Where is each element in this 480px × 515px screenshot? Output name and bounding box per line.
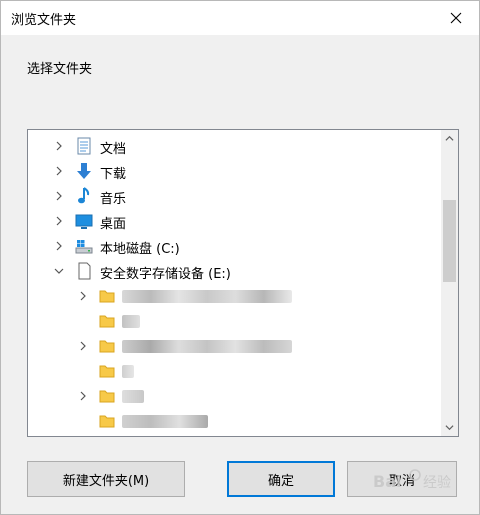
chevron-down-icon [445, 425, 454, 431]
folder-icon [98, 337, 116, 355]
tree-item-downloads[interactable]: 下载 [28, 159, 438, 183]
tree-item-documents[interactable]: 文档 [28, 134, 438, 158]
chevron-right-icon[interactable] [78, 391, 88, 401]
subfolder-item[interactable] [28, 359, 438, 383]
tree-item-label: 安全数字存储设备 (E:) [100, 267, 231, 282]
tree-item-label: 文档 [100, 142, 127, 157]
drive-icon [75, 237, 93, 255]
folder-icon [98, 362, 116, 380]
chevron-right-icon[interactable] [54, 141, 64, 151]
dialog-prompt: 选择文件夹 [27, 62, 93, 77]
obscured-folder-name [122, 315, 140, 328]
chevron-right-icon[interactable] [54, 216, 64, 226]
tree-item-label: 桌面 [100, 217, 127, 232]
folder-icon [98, 412, 116, 430]
browse-folder-dialog: 浏览文件夹 选择文件夹 文档 下载 音乐 桌面 本地磁盘 (C:) 安全数字存储… [0, 0, 480, 515]
folder-icon [98, 387, 116, 405]
folder-icon [98, 287, 116, 305]
obscured-folder-name [122, 415, 208, 428]
ok-button[interactable]: 确定 [227, 461, 335, 497]
chevron-right-icon[interactable] [54, 166, 64, 176]
cancel-button[interactable]: 取消 [347, 461, 457, 497]
close-button[interactable] [433, 1, 479, 35]
music-icon [75, 187, 93, 205]
obscured-folder-name [122, 390, 144, 403]
chevron-right-icon[interactable] [78, 291, 88, 301]
chevron-right-icon[interactable] [54, 191, 64, 201]
scroll-thumb[interactable] [443, 200, 456, 282]
tree-item-label: 下载 [100, 167, 127, 182]
documents-icon [75, 137, 93, 155]
folder-icon [98, 312, 116, 330]
subfolder-item[interactable] [28, 384, 438, 408]
chevron-down-icon[interactable] [54, 266, 64, 276]
title-bar: 浏览文件夹 [1, 1, 479, 35]
tree-item-music[interactable]: 音乐 [28, 184, 438, 208]
obscured-folder-name [122, 290, 292, 303]
window-title: 浏览文件夹 [11, 13, 77, 28]
tree-item-local-disk-c[interactable]: 本地磁盘 (C:) [28, 234, 438, 258]
tree-item-label: 本地磁盘 (C:) [100, 242, 180, 257]
obscured-folder-name [122, 340, 292, 353]
desktop-icon [75, 212, 93, 230]
subfolder-item[interactable] [28, 309, 438, 333]
vertical-scrollbar[interactable] [441, 130, 458, 436]
subfolder-item[interactable] [28, 334, 438, 358]
chevron-up-icon [445, 135, 454, 141]
scroll-up-button[interactable] [441, 130, 458, 147]
subfolder-item[interactable] [28, 284, 438, 308]
download-icon [75, 162, 93, 180]
folder-tree[interactable]: 文档 下载 音乐 桌面 本地磁盘 (C:) 安全数字存储设备 (E:) [27, 129, 459, 437]
close-icon [450, 12, 462, 24]
scroll-down-button[interactable] [441, 419, 458, 436]
tree-item-desktop[interactable]: 桌面 [28, 209, 438, 233]
tree-item-label: 音乐 [100, 192, 127, 207]
obscured-folder-name [122, 365, 134, 378]
chevron-right-icon[interactable] [54, 241, 64, 251]
tree-item-sd-card-e[interactable]: 安全数字存储设备 (E:) [28, 259, 438, 283]
chevron-right-icon[interactable] [78, 341, 88, 351]
new-folder-button[interactable]: 新建文件夹(M) [27, 461, 185, 497]
subfolder-item[interactable] [28, 409, 438, 433]
sd-card-icon [75, 262, 93, 280]
